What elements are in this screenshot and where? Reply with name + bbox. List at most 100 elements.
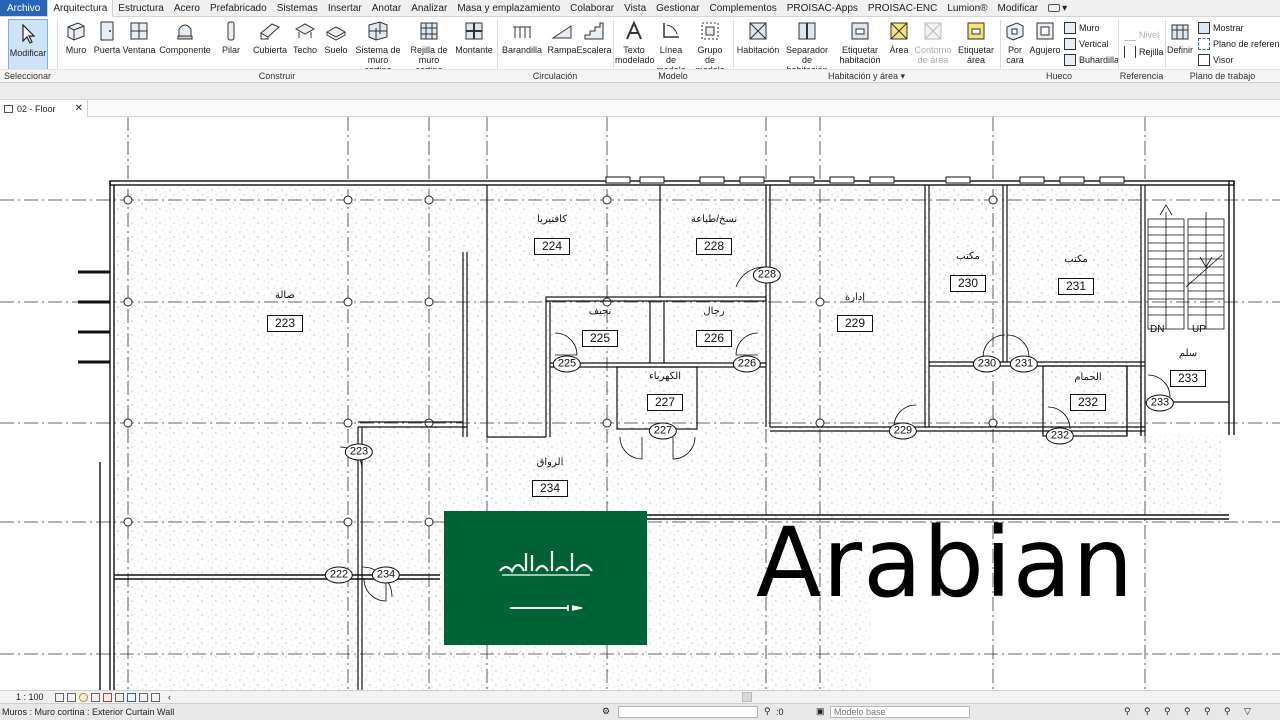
scroll-left-icon[interactable]: ‹ [168,692,171,702]
area-boundary-button[interactable]: Contorno de área [913,19,953,65]
ceiling-button[interactable]: Techo [292,19,318,55]
modify-button[interactable]: Modificar [8,19,48,71]
view-tab-floor[interactable]: 02 - Floor ✕ [0,100,88,117]
room-number-228[interactable]: 228 [696,238,732,255]
room-number-223[interactable]: 223 [267,315,303,332]
design-options-icon[interactable]: ▣ [816,706,825,717]
detail-level-icon[interactable] [55,692,64,702]
ref-plane-button[interactable]: Plano de referencia [1198,38,1280,50]
column-button[interactable]: Pilar [219,19,243,55]
dormer-opening-button[interactable]: Buhardilla [1064,54,1119,66]
horizontal-scrollbar-thumb[interactable] [742,692,752,702]
room-number-225[interactable]: 225 [582,330,618,347]
select-underlay-icon[interactable]: ⚲ [1144,706,1151,717]
grid-icon [1124,46,1136,58]
tab-proisac-enc[interactable]: PROISAC-ENC [863,0,942,16]
model-group-button[interactable]: Grupo de modelo [692,19,728,75]
tag-area-button[interactable]: Etiquetar área [956,19,996,65]
room-number-233[interactable]: 233 [1170,370,1206,387]
select-by-face-icon[interactable]: ⚲ [1184,706,1191,717]
editable-icon[interactable]: ⚲ [764,706,771,717]
set-workplane-button[interactable]: Definir [1166,19,1194,55]
model-text-button[interactable]: Texto modelado [615,19,655,65]
room-number-232[interactable]: 232 [1070,394,1106,411]
door-button[interactable]: Puerta [93,19,121,55]
stair-button[interactable]: Escalera [577,19,612,55]
roof-button[interactable]: Cubierta [253,19,287,55]
area-button[interactable]: Área [885,19,913,55]
tab-insertar[interactable]: Insertar [323,0,367,16]
close-icon[interactable]: ✕ [75,103,83,114]
floor-label: Suelo [324,45,348,55]
tab-anotar[interactable]: Anotar [367,0,406,16]
floor-button[interactable]: Suelo [323,19,349,55]
crop-view-icon[interactable] [103,692,112,702]
selection-count: :0 [776,707,784,717]
room-button[interactable]: Habitación [736,19,780,55]
panel-room-area[interactable]: Habitación y área ▾ [733,69,1000,82]
panel-select[interactable]: Seleccionar ▾ [0,69,57,94]
tab-estructura[interactable]: Estructura [113,0,169,16]
drag-elements-icon[interactable]: ⚲ [1204,706,1211,717]
curtain-system-button[interactable]: Sistema de muro cortina [354,19,402,75]
tag-room-icon [851,22,869,40]
design-option-select[interactable]: Modelo base [830,706,970,718]
viewer-button[interactable]: Visor [1198,54,1233,66]
mullion-button[interactable]: Montante [455,19,493,55]
tab-gestionar[interactable]: Gestionar [651,0,704,16]
view-tab-title: 02 - Floor [17,103,56,114]
ramp-button[interactable]: Rampa [547,19,577,55]
model-line-button[interactable]: Línea de modelo [655,19,687,75]
room-number-227[interactable]: 227 [647,394,683,411]
component-button[interactable]: Componente [159,19,211,55]
select-links-icon[interactable]: ⚲ [1124,706,1131,717]
by-face-button[interactable]: Por cara [1002,19,1028,65]
shadows-icon[interactable] [91,692,100,702]
room-number-231[interactable]: 231 [1058,278,1094,295]
railing-button[interactable]: Barandilla [502,19,542,55]
wall-button[interactable]: Muro [62,19,90,55]
tab-arquitectura[interactable]: Arquitectura [47,0,114,17]
view-scale[interactable]: 1 : 100 [0,692,52,702]
tab-prefabricado[interactable]: Prefabricado [205,0,272,16]
tab-archivo[interactable]: Archivo [0,0,48,16]
window-button[interactable]: Ventana [122,19,156,55]
room-name-227: الكهرباء [648,371,682,382]
vertical-opening-button[interactable]: Vertical [1064,38,1109,50]
analytical-model-icon[interactable] [151,692,160,702]
room-number-229[interactable]: 229 [837,315,873,332]
tab-analizar[interactable]: Analizar [406,0,452,16]
room-number-230[interactable]: 230 [950,275,986,292]
tab-vista[interactable]: Vista [619,0,651,16]
room-number-234[interactable]: 234 [532,480,568,497]
shaft-button[interactable]: Agujero [1029,19,1061,55]
grid-button[interactable]: Rejilla [1124,46,1164,58]
reveal-hidden-icon[interactable] [139,692,148,702]
tab-proisac-apps[interactable]: PROISAC-Apps [782,0,863,16]
select-pinned-icon[interactable]: ⚲ [1164,706,1171,717]
sun-path-icon[interactable] [79,692,88,702]
tag-room-button[interactable]: Etiquetar habitación [838,19,882,65]
wall-opening-button[interactable]: Muro [1064,22,1100,34]
level-button[interactable]: Nivel [1124,29,1159,41]
room-number-224[interactable]: 224 [534,238,570,255]
tab-colaborar[interactable]: Colaborar [565,0,619,16]
worksets-icon[interactable]: ⚙ [602,706,610,717]
room-number-226[interactable]: 226 [696,330,732,347]
tab-lumion[interactable]: Lumion® [942,0,992,16]
tab-masa[interactable]: Masa y emplazamiento [452,0,565,16]
show-crop-icon[interactable] [115,692,124,702]
workset-select[interactable] [618,706,758,718]
temporary-hide-icon[interactable] [127,692,136,702]
tab-complementos[interactable]: Complementos [705,0,782,16]
filter-count[interactable]: ▽ [1244,706,1251,717]
ribbon-options-toggle[interactable]: ▾ [1043,0,1072,16]
tab-acero[interactable]: Acero [169,0,205,16]
tab-modificar[interactable]: Modificar [993,0,1044,16]
filter-icon[interactable]: ⚲ [1224,706,1231,717]
room-separator-button[interactable]: Separador de habitación [782,19,832,75]
tab-sistemas[interactable]: Sistemas [272,0,323,16]
curtain-grid-button[interactable]: Rejilla de muro cortina [404,19,454,75]
visual-style-icon[interactable] [67,692,76,702]
show-workplane-button[interactable]: Mostrar [1198,22,1244,34]
